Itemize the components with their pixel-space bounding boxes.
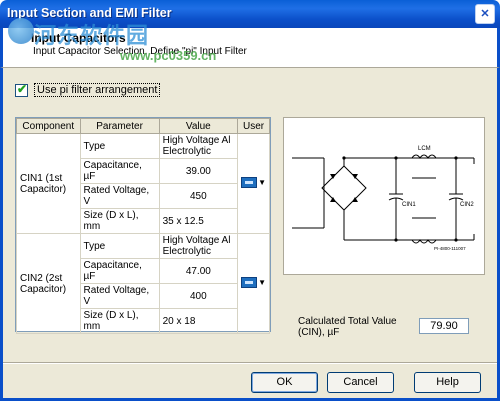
help-button[interactable]: Help — [414, 372, 481, 393]
param-cell: Rated Voltage, V — [79, 283, 160, 309]
chevron-down-icon: ▼ — [258, 277, 266, 287]
value-cell[interactable]: 400 — [158, 283, 239, 309]
watermark-logo-icon — [8, 18, 34, 44]
filter-schematic: CIN1 LCM CIN2 PI-4800-111007 — [283, 117, 485, 275]
component-cin2: CIN2 (2st Capacitor) — [16, 233, 81, 334]
database-icon — [241, 176, 258, 188]
pi-filter-checkbox[interactable] — [15, 82, 28, 97]
value-cell[interactable]: 47.00 — [158, 258, 239, 284]
param-cell: Capacitance, µF — [79, 158, 160, 184]
column-header-value: Value — [158, 118, 239, 134]
pi-filter-row: Use pi filter arrangement — [15, 82, 161, 97]
value-cell[interactable]: 450 — [158, 183, 239, 209]
user-cell-cin1: ▼ — [237, 133, 270, 234]
calculated-total-label: Calculated Total Value (CIN), µF — [298, 316, 397, 338]
param-cell: Capacitance, µF — [79, 258, 160, 284]
param-cell: Type — [79, 233, 160, 259]
param-cell: Rated Voltage, V — [79, 183, 160, 209]
param-cell: Size (D x L), mm — [79, 208, 160, 234]
param-cell: Size (D x L), mm — [79, 308, 160, 334]
column-header-component: Component — [16, 118, 81, 134]
user-select-cin1[interactable]: ▼ — [241, 176, 266, 188]
calculated-total-value: 79.90 — [419, 318, 469, 334]
value-cell[interactable]: High Voltage Al Electrolytic — [158, 233, 239, 259]
watermark-text: 河东软件园 — [34, 23, 150, 48]
database-icon — [241, 276, 258, 288]
cancel-button[interactable]: Cancel — [327, 372, 394, 393]
chevron-down-icon: ▼ — [258, 177, 266, 187]
close-button[interactable]: ✕ — [475, 4, 495, 24]
label-cin1: CIN1 — [402, 202, 416, 208]
user-select-cin2[interactable]: ▼ — [241, 276, 266, 288]
column-header-user: User — [237, 118, 270, 134]
column-header-parameter: Parameter — [79, 118, 160, 134]
label-ref: PI-4800-111007 — [434, 246, 466, 251]
ok-button[interactable]: OK — [251, 372, 318, 393]
watermark-url: www.pc0359.cn — [120, 48, 217, 63]
value-cell[interactable]: High Voltage Al Electrolytic — [158, 133, 239, 159]
capacitor-grid: Component Parameter Value User CIN1 (1st… — [15, 117, 271, 334]
value-cell[interactable]: 20 x 18 — [158, 308, 239, 334]
component-cin1: CIN1 (1st Capacitor) — [16, 133, 81, 234]
pi-filter-label[interactable]: Use pi filter arrangement — [34, 83, 161, 97]
schematic-diagram: CIN1 LCM CIN2 PI-4800-111007 — [292, 146, 475, 251]
button-divider — [3, 362, 497, 364]
label-lcm: LCM — [418, 146, 431, 152]
param-cell: Type — [79, 133, 160, 159]
value-cell[interactable]: 39.00 — [158, 158, 239, 184]
value-cell[interactable]: 35 x 12.5 — [158, 208, 239, 234]
label-cin2: CIN2 — [460, 202, 474, 208]
user-cell-cin2: ▼ — [237, 233, 270, 334]
